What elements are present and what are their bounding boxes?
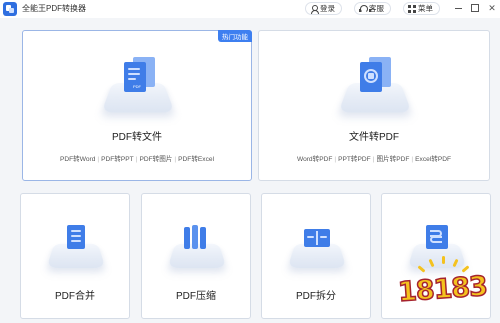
card-subtitle: Word转PDF | PPT转PDF | 图片转PDF | Excel转PDF <box>296 156 452 163</box>
pdf-to-ppt-link[interactable]: PDF转PPT <box>101 156 134 163</box>
split-icon <box>287 219 347 269</box>
card-title: PDF转文件 <box>112 132 162 143</box>
ppt-to-pdf-link[interactable]: PPT转PDF <box>338 156 371 163</box>
card-title: PDF拆分 <box>296 291 336 302</box>
image-to-pdf-link[interactable]: 图片转PDF <box>376 156 409 163</box>
login-label: 登录 <box>320 4 335 13</box>
pdf-to-image-link[interactable]: PDF转图片 <box>139 156 172 163</box>
menu-label: 菜单 <box>418 4 433 13</box>
minimize-button[interactable] <box>452 2 464 14</box>
headset-icon <box>359 4 371 13</box>
excel-to-pdf-link[interactable]: Excel转PDF <box>415 156 451 163</box>
compress-icon <box>167 219 227 269</box>
pdf-document-icon: PDF <box>101 53 175 113</box>
card-file-to-pdf[interactable]: 文件转PDF Word转PDF | PPT转PDF | 图片转PDF | Excel转PDF <box>258 30 490 181</box>
card-pdf-merge[interactable]: PDF合并 <box>20 193 130 319</box>
watermark-text: 18183 <box>396 270 488 309</box>
word-to-pdf-link[interactable]: Word转PDF <box>297 156 332 163</box>
pdf-to-word-link[interactable]: PDF转Word <box>60 156 95 163</box>
customer-service-button[interactable]: 客服 <box>354 2 391 15</box>
card-pdf-split[interactable]: PDF拆分 <box>261 193 371 319</box>
card-title: PDF合并 <box>55 291 95 302</box>
menu-button[interactable]: 菜单 <box>403 2 440 15</box>
user-icon <box>310 4 319 14</box>
title-bar: 全能王PDF转换器 登录 客服 菜单 ✕ <box>0 0 500 18</box>
card-title: 文件转PDF <box>349 132 399 143</box>
app-title: 全能王PDF转换器 <box>22 4 86 13</box>
pdf-to-excel-link[interactable]: PDF转Excel <box>178 156 214 163</box>
card-pdf-compress[interactable]: PDF压缩 <box>141 193 251 319</box>
card-pdf-to-file[interactable]: 热门功能 PDF PDF转文件 PDF转Word | PDF转PPT | PDF转图片 |… <box>22 30 252 181</box>
card-subtitle: PDF转Word | PDF转PPT | PDF转图片 | PDF转Excel <box>59 156 215 163</box>
merge-icon <box>46 219 106 269</box>
hot-feature-badge: 热门功能 <box>218 30 252 42</box>
login-button[interactable]: 登录 <box>305 2 342 15</box>
app-logo-icon <box>3 2 17 16</box>
card-title: PDF压缩 <box>176 291 216 302</box>
service-label: 客服 <box>369 4 384 13</box>
grid-menu-icon <box>408 4 416 13</box>
maximize-button[interactable] <box>469 2 481 14</box>
watermark-logo: 18183 <box>392 256 496 316</box>
close-button[interactable]: ✕ <box>486 2 498 14</box>
convert-to-pdf-icon <box>338 53 412 113</box>
